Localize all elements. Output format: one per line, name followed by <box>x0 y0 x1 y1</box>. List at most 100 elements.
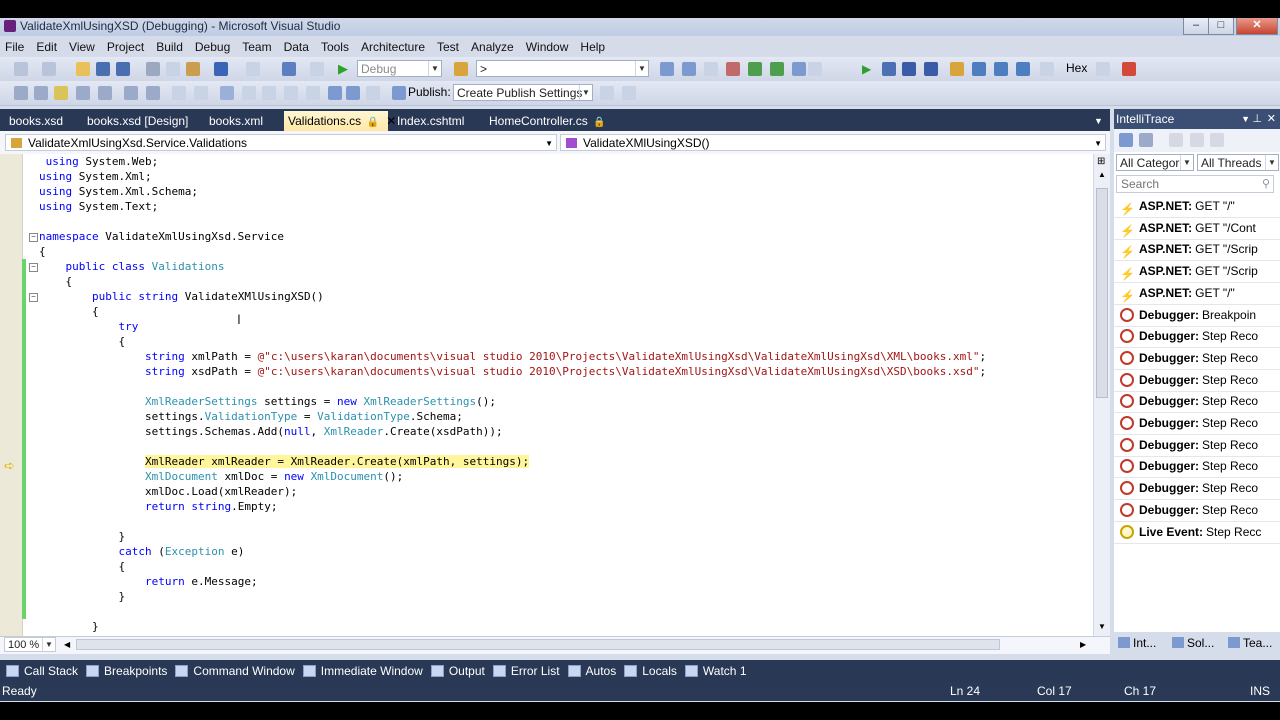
solution-config-select[interactable]: Debug ▼ <box>357 60 442 77</box>
open-file-icon[interactable] <box>76 62 90 76</box>
bookmark-icon[interactable] <box>220 86 234 100</box>
close-button[interactable]: ✕ <box>1236 18 1278 35</box>
event-row[interactable]: Debugger: Step Reco <box>1114 370 1280 392</box>
tab-call-stack[interactable]: Call Stack <box>6 664 78 678</box>
scroll-left-icon[interactable]: ◀ <box>64 640 70 649</box>
event-row[interactable]: ⚡ ASP.NET: GET "/Scrip <box>1114 239 1280 262</box>
intellitrace-icon[interactable] <box>1040 62 1054 76</box>
event-row[interactable]: Live Event: Step Recc <box>1114 522 1280 544</box>
event-row[interactable]: ⚡ ASP.NET: GET "/Cont <box>1114 218 1280 240</box>
prev-bookmark-icon[interactable] <box>242 86 256 100</box>
add-item-icon[interactable] <box>42 62 56 76</box>
continue-play-icon[interactable]: ▶ <box>338 62 352 76</box>
tab-books-xsd-design[interactable]: books.xsd [Design] <box>87 111 188 131</box>
intellitrace-search[interactable]: ⚲ <box>1116 175 1274 193</box>
open-settings-icon[interactable] <box>1169 133 1183 147</box>
tab-homecontroller-cs[interactable]: HomeController.cs 🔒 <box>489 111 606 131</box>
event-row[interactable]: Debugger: Step Reco <box>1114 478 1280 501</box>
event-row[interactable]: Debugger: Step Reco <box>1114 500 1280 522</box>
scroll-down-icon[interactable]: ▼ <box>1098 622 1106 631</box>
extension-manager-icon[interactable] <box>770 62 784 76</box>
tab-breakpoints[interactable]: Breakpoints <box>86 664 167 678</box>
step-out-icon[interactable] <box>1016 62 1030 76</box>
horizontal-scroll-thumb[interactable] <box>76 639 1000 650</box>
tab-intellitrace[interactable]: Int... <box>1118 636 1156 650</box>
tab-autos[interactable]: Autos <box>567 664 616 678</box>
event-row[interactable]: ⚡ ASP.NET: GET "/Scrip <box>1114 261 1280 284</box>
solution-explorer-icon[interactable] <box>660 62 674 76</box>
prev-bookmark-doc-icon[interactable] <box>328 86 342 100</box>
properties-icon[interactable] <box>682 62 696 76</box>
tab-command-window[interactable]: Command Window <box>175 664 295 678</box>
display-object-member-list-icon[interactable] <box>14 86 28 100</box>
uncomment-icon[interactable] <box>194 86 208 100</box>
event-row[interactable]: Debugger: Step Reco <box>1114 348 1280 370</box>
event-row[interactable]: Debugger: Step Reco <box>1114 326 1280 349</box>
continue-icon[interactable]: ▶ <box>862 62 876 76</box>
tab-books-xml[interactable]: books.xml <box>209 111 263 131</box>
event-row[interactable]: Debugger: Step Reco <box>1114 413 1280 435</box>
decrease-indent-icon[interactable] <box>124 86 138 100</box>
menu-debug[interactable]: Debug <box>190 40 237 54</box>
stop-trace-icon[interactable] <box>1210 133 1224 147</box>
tab-solution-explorer[interactable]: Sol... <box>1172 636 1214 650</box>
minimize-button[interactable]: – <box>1183 18 1209 35</box>
menu-window[interactable]: Window <box>521 40 576 54</box>
indicator-margin[interactable] <box>0 154 23 636</box>
cut-icon[interactable] <box>146 62 160 76</box>
tab-watch-1[interactable]: Watch 1 <box>684 664 747 678</box>
publish-settings-icon[interactable] <box>622 86 636 100</box>
member-select[interactable]: ValidateXMlUsingXSD() ▼ <box>560 134 1106 151</box>
menu-team[interactable]: Team <box>237 40 278 54</box>
word-wrap-icon[interactable] <box>98 86 112 100</box>
calls-view-icon[interactable] <box>1139 133 1153 147</box>
menu-edit[interactable]: Edit <box>31 40 64 54</box>
collapse-icon[interactable]: − <box>29 293 38 302</box>
save-icon[interactable] <box>96 62 110 76</box>
step-into-icon[interactable] <box>972 62 986 76</box>
copy-icon[interactable] <box>166 62 180 76</box>
class-view-icon[interactable] <box>792 62 806 76</box>
breakpoint-icon[interactable] <box>1122 62 1136 76</box>
next-bookmark-icon[interactable] <box>262 86 276 100</box>
parameter-info-icon[interactable] <box>34 86 48 100</box>
pin-icon[interactable]: ⊥ <box>1252 109 1262 129</box>
search-input[interactable] <box>1117 176 1255 192</box>
prev-bookmark-folder-icon[interactable] <box>284 86 298 100</box>
next-bookmark-doc-icon[interactable] <box>346 86 360 100</box>
event-row[interactable]: ⚡ ASP.NET: GET "/" <box>1114 196 1280 218</box>
menu-view[interactable]: View <box>64 40 102 54</box>
events-view-icon[interactable] <box>1119 133 1133 147</box>
next-bookmark-folder-icon[interactable] <box>306 86 320 100</box>
menu-build[interactable]: Build <box>151 40 190 54</box>
complete-word-icon[interactable] <box>76 86 90 100</box>
editor-vertical-scrollbar[interactable]: ⊞ ▲ ▼ <box>1093 154 1110 636</box>
event-row[interactable]: Debugger: Step Reco <box>1114 391 1280 414</box>
event-row[interactable]: Debugger: Breakpoin <box>1114 305 1280 327</box>
menu-architecture[interactable]: Architecture <box>356 40 432 54</box>
menu-help[interactable]: Help <box>575 40 612 54</box>
find-in-files-icon[interactable] <box>454 62 468 76</box>
menu-tools[interactable]: Tools <box>316 40 356 54</box>
collapse-icon[interactable]: − <box>29 263 38 272</box>
close-panel-icon[interactable]: ✕ <box>1267 109 1276 129</box>
stop-debugging-icon[interactable] <box>902 62 916 76</box>
code-editor[interactable]: ➪ − − − using System.Web; using System.X… <box>0 154 1110 636</box>
panel-menu-chevron-icon[interactable]: ▼ <box>1241 109 1250 129</box>
scroll-up-icon[interactable]: ▲ <box>1098 170 1106 179</box>
toolbox-icon[interactable] <box>726 62 740 76</box>
menu-analyze[interactable]: Analyze <box>466 40 521 54</box>
save-all-icon[interactable] <box>116 62 130 76</box>
menu-project[interactable]: Project <box>102 40 151 54</box>
undo-icon[interactable] <box>214 62 228 76</box>
paste-icon[interactable] <box>186 62 200 76</box>
tab-books-xsd[interactable]: books.xsd <box>9 111 63 131</box>
show-next-statement-icon[interactable] <box>950 62 964 76</box>
navigate-backward-icon[interactable] <box>282 62 296 76</box>
object-browser-icon[interactable] <box>704 62 718 76</box>
tab-validations-cs[interactable]: Validations.cs 🔒 ✕ <box>284 111 396 131</box>
maximize-button[interactable]: □ <box>1208 18 1234 35</box>
new-project-icon[interactable] <box>14 62 28 76</box>
thread-filter-select[interactable]: All Threads ▼ <box>1197 154 1279 171</box>
redo-icon[interactable] <box>246 62 260 76</box>
